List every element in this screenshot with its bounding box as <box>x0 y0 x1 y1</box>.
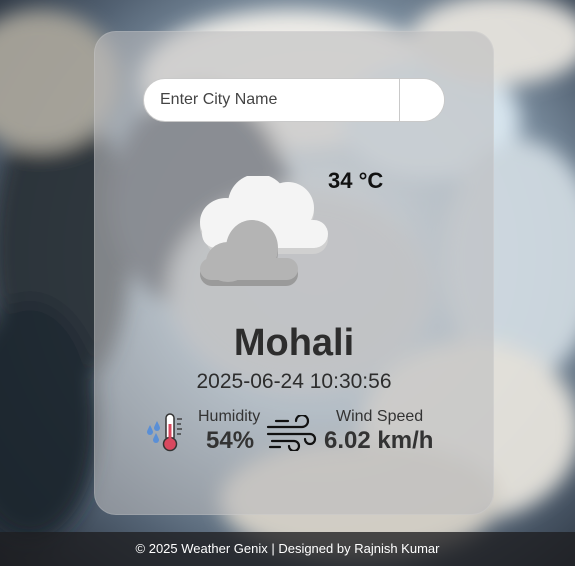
humidity-icon <box>147 413 182 452</box>
humidity-label: Humidity <box>198 408 261 425</box>
footer-text: © 2025 Weather Genix | Designed by Rajni… <box>135 541 440 556</box>
wind-icon <box>266 415 317 451</box>
humidity-value: 54% <box>206 427 255 454</box>
temperature-value: 34 °C <box>328 168 384 193</box>
wind-speed-value: 6.02 km/h <box>324 427 434 454</box>
date-time: 2025-06-24 10:30:56 <box>196 370 392 393</box>
cloudy-icon <box>200 176 328 286</box>
footer: © 2025 Weather Genix | Designed by Rajni… <box>0 532 575 566</box>
search-button[interactable] <box>399 79 444 121</box>
city-search-input[interactable] <box>144 79 399 121</box>
search-bar <box>143 78 445 122</box>
city-name: Mohali <box>233 322 355 364</box>
weather-app-page: 34 °C Mohali 2025-06-24 10:30:56 Humidit… <box>0 0 575 566</box>
wind-speed-label: Wind Speed <box>336 408 424 425</box>
